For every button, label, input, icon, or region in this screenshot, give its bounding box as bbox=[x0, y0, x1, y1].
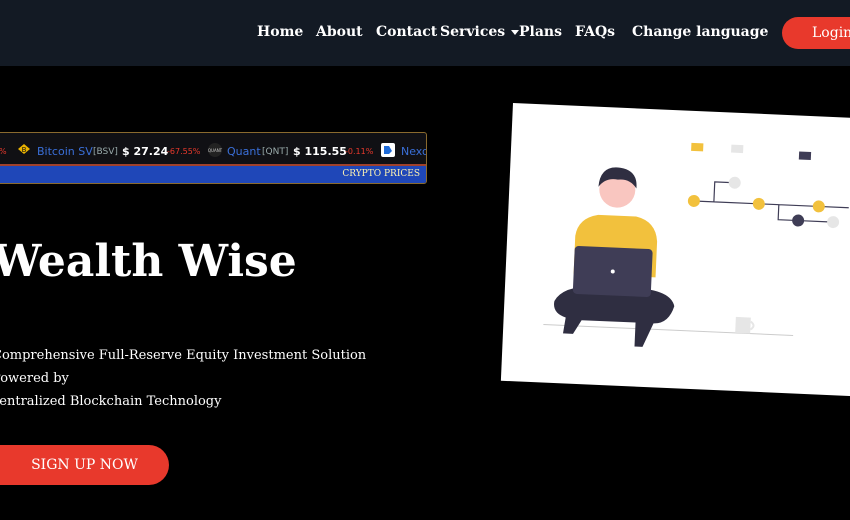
nav-services-label: Services bbox=[440, 24, 506, 40]
nav-faqs-link[interactable]: FAQs bbox=[575, 24, 615, 40]
nav-contact-link[interactable]: Contact bbox=[376, 24, 437, 40]
ticker-qnt-price: $ 115.55 bbox=[293, 145, 347, 158]
hero-subtitle: Comprehensive Full-Reserve Equity Invest… bbox=[0, 344, 392, 413]
chevron-down-icon bbox=[511, 29, 520, 35]
ticker-qnt-name[interactable]: Quant bbox=[227, 145, 261, 158]
nav-home-link[interactable]: Home bbox=[257, 24, 303, 40]
ticker-qnt-change: -0.11% bbox=[345, 147, 374, 156]
ticker-bsv-symbol: [BSV] bbox=[93, 147, 118, 157]
hero-subtitle-line-2: centralized Blockchain Technology bbox=[0, 394, 222, 409]
hero-subtitle-line-1: Comprehensive Full-Reserve Equity Invest… bbox=[0, 348, 367, 386]
ticker-qnt-symbol: [QNT] bbox=[262, 147, 289, 157]
sign-up-button[interactable]: SIGN UP NOW bbox=[0, 445, 169, 485]
nexo-logo-icon bbox=[381, 143, 395, 157]
svg-text:B: B bbox=[22, 146, 27, 154]
ticker-bsv-price: $ 27.24 bbox=[122, 145, 169, 158]
quant-logo-icon: QUANT bbox=[208, 143, 223, 157]
ticker-bsv-change: -67.55% bbox=[167, 147, 201, 156]
bitcoin-sv-logo-icon: B bbox=[18, 144, 30, 154]
ticker-nexo-name[interactable]: Nexo bbox=[401, 145, 426, 158]
person-with-laptop-illustration bbox=[543, 142, 849, 347]
ticker-footer-label[interactable]: CRYPTO PRICES bbox=[342, 169, 420, 179]
crypto-price-ticker[interactable]: % B Bitcoin SV [BSV] $ 27.24 -67.55% QUA… bbox=[0, 132, 427, 184]
nav-change-language-link[interactable]: Change language bbox=[632, 24, 768, 40]
ticker-bsv-name[interactable]: Bitcoin SV bbox=[37, 145, 93, 158]
ticker-lead-change: % bbox=[0, 147, 7, 156]
ticker-footer: CRYPTO PRICES bbox=[0, 166, 426, 183]
nav-services-dropdown[interactable]: Services bbox=[440, 24, 520, 40]
hero-title: Wealth Wise bbox=[0, 236, 297, 287]
hero-illustration-card bbox=[500, 103, 850, 397]
svg-text:QUANT: QUANT bbox=[208, 148, 223, 153]
nav-about-link[interactable]: About bbox=[316, 24, 363, 40]
login-button[interactable]: Login bbox=[782, 17, 850, 49]
nav-plans-link[interactable]: Plans bbox=[519, 24, 562, 40]
top-navbar: Home About Contact Services Plans FAQs C… bbox=[0, 0, 850, 66]
